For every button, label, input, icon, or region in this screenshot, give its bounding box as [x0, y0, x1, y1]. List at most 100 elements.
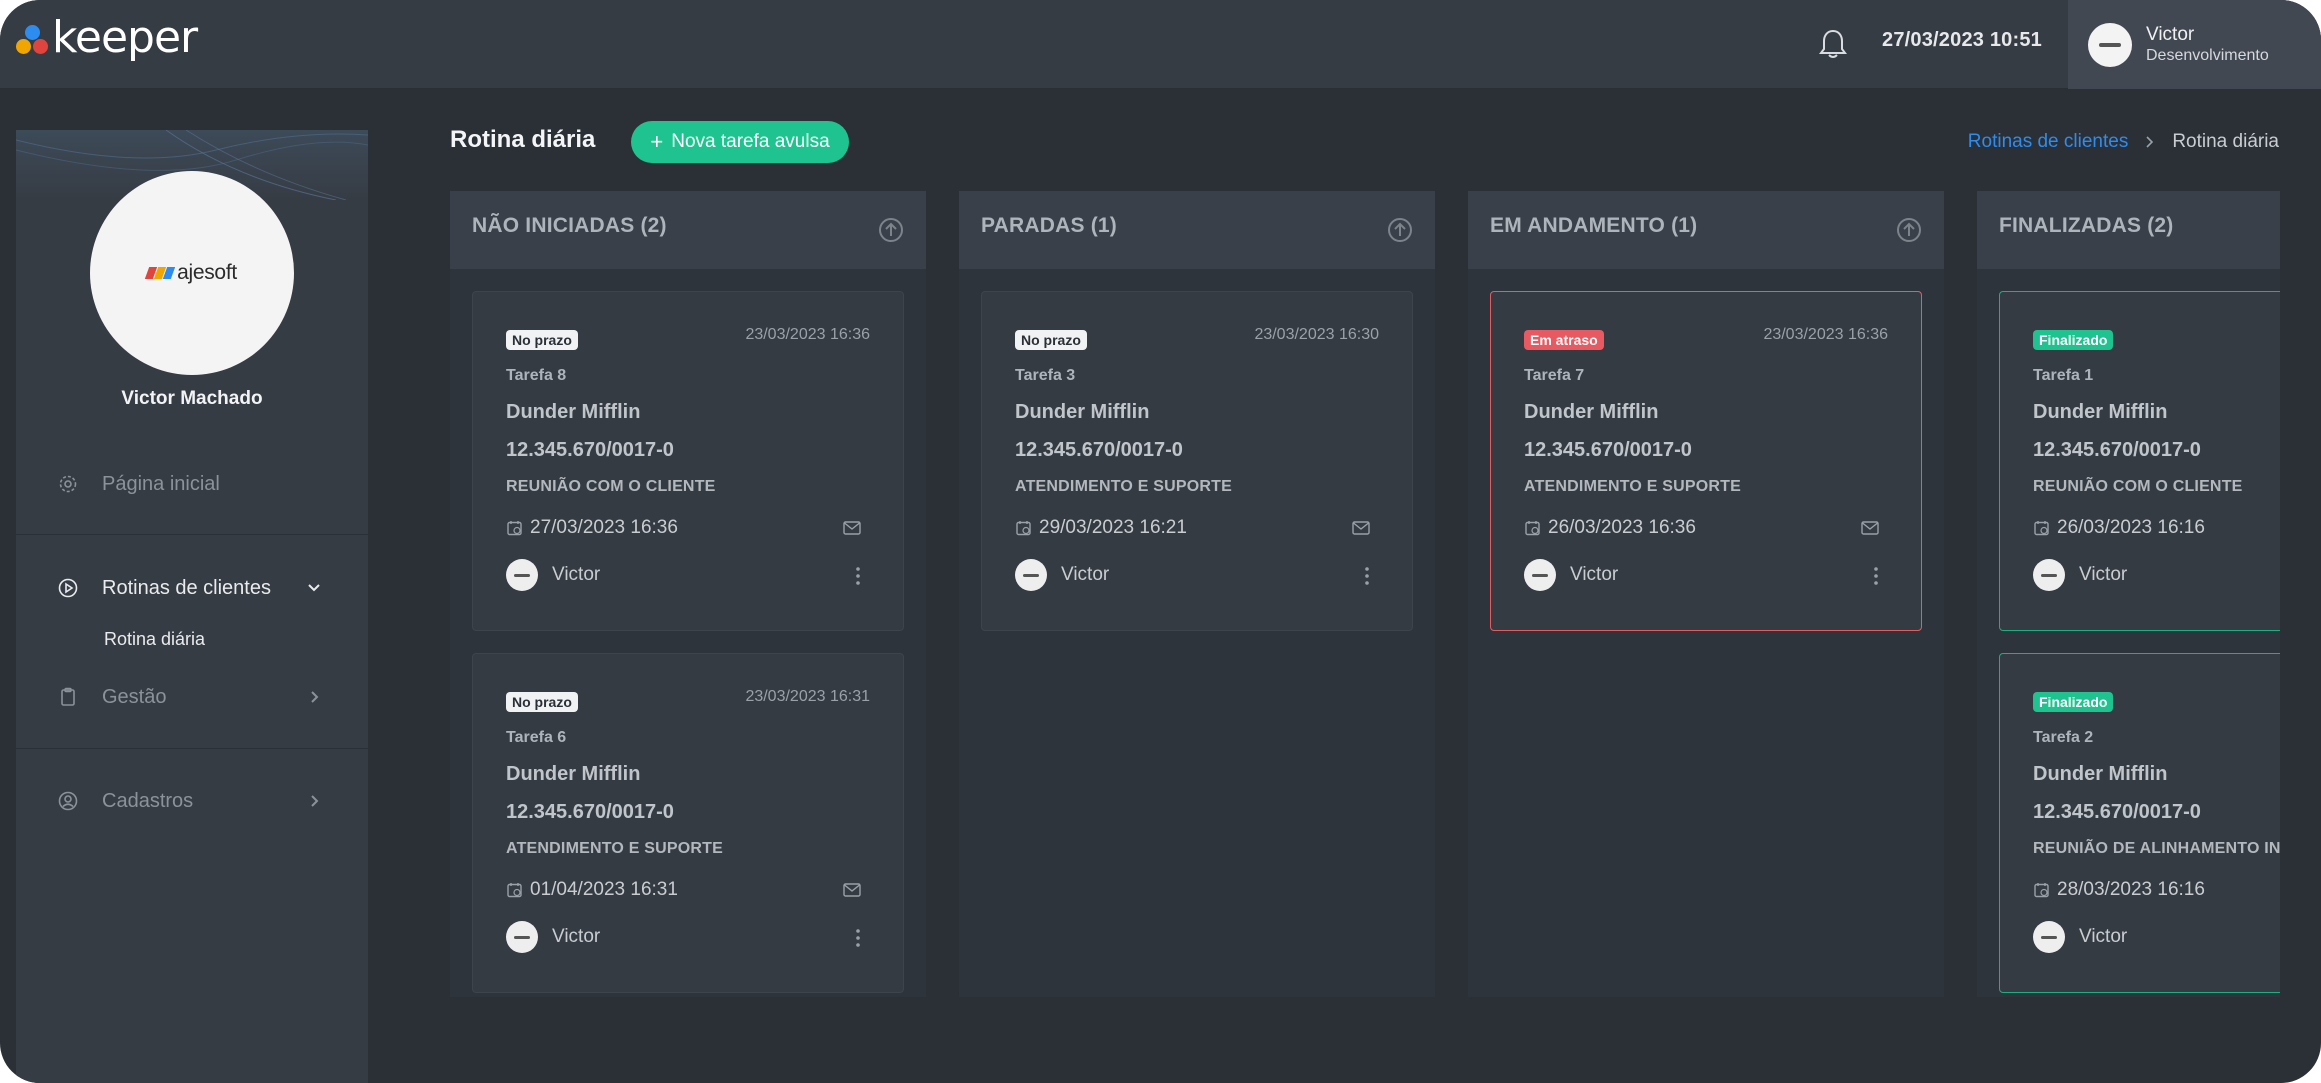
status-badge: No prazo	[1015, 330, 1087, 350]
client-name: Dunder Mifflin	[2033, 401, 2168, 423]
arrow-up-circle-icon[interactable]	[878, 217, 904, 243]
client-name: Dunder Mifflin	[506, 401, 641, 423]
app-window: keeper 27/03/2023 10:51 Victor Desenvolv…	[0, 0, 2321, 1083]
divider	[16, 534, 368, 535]
ajesoft-logo-icon	[144, 267, 176, 279]
arrow-up-circle-icon[interactable]	[1387, 217, 1413, 243]
status-badge: No prazo	[506, 692, 578, 712]
task-name: Tarefa 8	[506, 367, 567, 384]
sidebar-item-label: Rotinas de clientes	[102, 576, 271, 599]
sidebar-item-label: Página inicial	[102, 472, 220, 495]
client-cnpj: 12.345.670/0017-0	[506, 439, 674, 461]
calendar-clock-icon	[1016, 521, 1031, 536]
assignee: Victor	[1015, 559, 1109, 591]
new-task-button[interactable]: + Nova tarefa avulsa	[631, 121, 849, 163]
assignee: Victor	[506, 921, 600, 953]
sidebar-subitem-daily-routine[interactable]: Rotina diária	[104, 629, 205, 650]
mail-icon[interactable]	[1861, 521, 1879, 535]
assignee: Victor	[506, 559, 600, 591]
logo-dots-icon	[16, 24, 50, 58]
task-card[interactable]: Finalizado 23 Tarefa 1 Dunder Mifflin 12…	[1999, 291, 2280, 631]
task-card[interactable]: Em atraso 23/03/2023 16:36 Tarefa 7 Dund…	[1490, 291, 1922, 631]
assignee-name: Victor	[2079, 926, 2128, 947]
calendar-clock-icon	[1525, 521, 1540, 536]
due-date-text: 26/03/2023 16:16	[2057, 517, 2205, 538]
task-card[interactable]: No prazo 23/03/2023 16:31 Tarefa 6 Dunde…	[472, 653, 904, 993]
sidebar-item-label: Cadastros	[102, 789, 194, 812]
task-card[interactable]: No prazo 23/03/2023 16:30 Tarefa 3 Dunde…	[981, 291, 1413, 631]
client-cnpj: 12.345.670/0017-0	[1015, 439, 1183, 461]
kanban-column: FINALIZADAS (2) Finalizado 23 Tarefa 1 D…	[1977, 191, 2280, 997]
assignee: Victor	[2033, 921, 2127, 953]
task-name: Tarefa 1	[2033, 367, 2094, 384]
due-date: 29/03/2023 16:21	[1015, 517, 1187, 539]
service-type: REUNIÃO DE ALINHAMENTO INT	[2033, 840, 2280, 857]
sidebar: ajesoft Victor Machado Página inicial Ro…	[16, 130, 368, 1083]
assignee-name: Victor	[552, 926, 601, 947]
avatar	[1524, 559, 1556, 591]
created-date: 23/03/2023 16:31	[745, 688, 870, 705]
avatar	[2033, 921, 2065, 953]
due-date: 27/03/2023 16:36	[506, 517, 678, 539]
clipboard-icon	[58, 687, 78, 707]
top-bar: keeper 27/03/2023 10:51 Victor Desenvolv…	[0, 0, 2321, 89]
assignee: Victor	[2033, 559, 2127, 591]
sidebar-user-name: Victor Machado	[121, 388, 263, 409]
status-badge: Finalizado	[2033, 330, 2114, 350]
client-cnpj: 12.345.670/0017-0	[506, 801, 674, 823]
created-date: 23/03/2023 16:36	[745, 326, 870, 343]
status-badge: Em atraso	[1524, 330, 1604, 350]
sidebar-item-client-routines[interactable]: Rotinas de clientes	[16, 568, 368, 608]
created-date: 23/03/2023 16:30	[1254, 326, 1379, 343]
task-card[interactable]: Finalizado 23 Tarefa 2 Dunder Mifflin 12…	[1999, 653, 2280, 993]
task-name: Tarefa 6	[506, 729, 567, 746]
task-name: Tarefa 7	[1524, 367, 1585, 384]
avatar	[1015, 559, 1047, 591]
more-vertical-icon[interactable]	[1873, 566, 1879, 586]
bell-icon[interactable]	[1818, 28, 1848, 60]
play-circle-icon	[58, 578, 78, 598]
more-vertical-icon[interactable]	[1364, 566, 1370, 586]
assignee-name: Victor	[1061, 564, 1110, 585]
client-name: Dunder Mifflin	[1015, 401, 1150, 423]
chevron-right-icon	[2146, 136, 2154, 148]
mail-icon[interactable]	[843, 883, 861, 897]
user-circle-icon	[58, 791, 78, 811]
avatar	[2088, 22, 2132, 67]
due-date: 26/03/2023 16:36	[1524, 517, 1696, 539]
due-date-text: 27/03/2023 16:36	[530, 517, 678, 538]
new-task-label: Nova tarefa avulsa	[671, 131, 830, 152]
due-date-text: 01/04/2023 16:31	[530, 879, 678, 900]
service-type: REUNIÃO COM O CLIENTE	[2033, 478, 2243, 495]
mail-icon[interactable]	[843, 521, 861, 535]
client-cnpj: 12.345.670/0017-0	[2033, 801, 2201, 823]
more-vertical-icon[interactable]	[855, 566, 861, 586]
task-card[interactable]: No prazo 23/03/2023 16:36 Tarefa 8 Dunde…	[472, 291, 904, 631]
kanban-column: EM ANDAMENTO (1) Em atraso 23/03/2023 16…	[1468, 191, 1944, 997]
breadcrumb-link[interactable]: Rotinas de clientes	[1968, 131, 2129, 153]
assignee-name: Victor	[1570, 564, 1619, 585]
mail-icon[interactable]	[1352, 521, 1370, 535]
user-menu[interactable]: Victor Desenvolvimento	[2068, 0, 2321, 89]
keeper-logo[interactable]: keeper	[16, 16, 198, 64]
chevron-right-icon	[311, 691, 319, 703]
due-date-text: 29/03/2023 16:21	[1039, 517, 1187, 538]
sidebar-item-registrations[interactable]: Cadastros	[16, 781, 368, 821]
client-name: Dunder Mifflin	[1524, 401, 1659, 423]
calendar-clock-icon	[2034, 883, 2049, 898]
assignee-name: Victor	[2079, 564, 2128, 585]
breadcrumb-current: Rotina diária	[2172, 131, 2279, 152]
calendar-clock-icon	[2034, 521, 2049, 536]
kanban-column: PARADAS (1) No prazo 23/03/2023 16:30 Ta…	[959, 191, 1435, 997]
sidebar-item-home[interactable]: Página inicial	[16, 464, 368, 504]
user-name: Victor	[2146, 23, 2195, 45]
status-badge: Finalizado	[2033, 692, 2114, 712]
more-vertical-icon[interactable]	[855, 928, 861, 948]
due-date-text: 28/03/2023 16:16	[2057, 879, 2205, 900]
client-cnpj: 12.345.670/0017-0	[2033, 439, 2201, 461]
sidebar-item-management[interactable]: Gestão	[16, 677, 368, 717]
user-role: Desenvolvimento	[2146, 46, 2269, 64]
created-date: 23/03/2023 16:36	[1763, 326, 1888, 343]
sidebar-item-label: Gestão	[102, 685, 167, 708]
arrow-up-circle-icon[interactable]	[1896, 217, 1922, 243]
